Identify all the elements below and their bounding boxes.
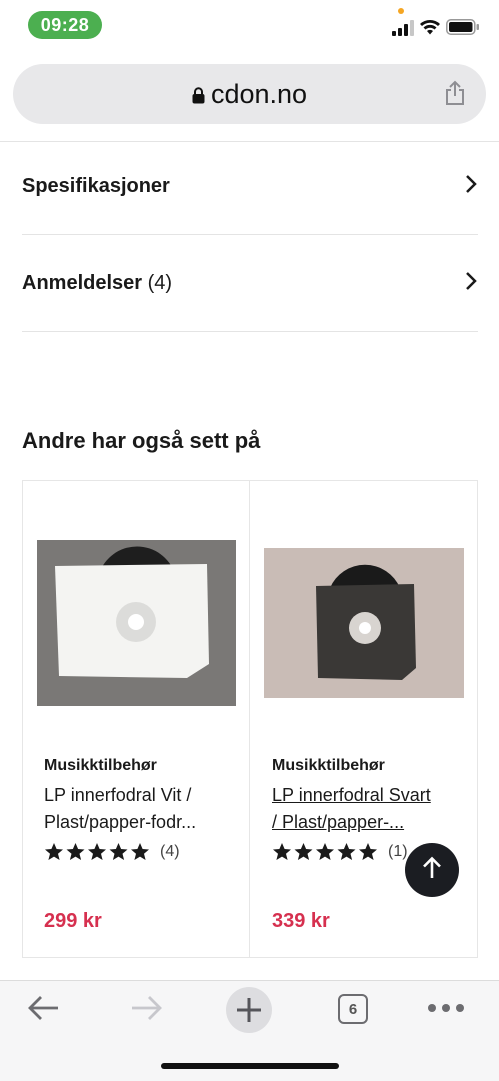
header-divider [0,141,499,142]
wifi-icon [419,18,441,41]
rating-stars: (1) [272,842,408,862]
arrow-left-icon [26,994,60,1027]
privacy-indicator-dot [398,8,404,14]
product-image[interactable] [37,540,236,706]
accordion-divider [22,331,478,332]
tabs-button[interactable]: 6 [336,992,370,1026]
battery-icon [446,19,480,40]
accordion-reviews[interactable]: Anmeldelser (4) [22,263,478,303]
rating-stars: (4) [44,842,180,862]
address-display[interactable]: cdon.no [13,64,486,124]
product-category: Musikktilbehør [272,757,385,774]
chevron-right-icon [464,270,478,297]
accordion-label: Anmeldelser (4) [22,272,172,295]
product-card[interactable]: Musikktilbehør LP innerfodral Vit / Plas… [22,480,249,958]
arrow-up-icon [421,856,443,885]
scroll-to-top-button[interactable] [405,843,459,897]
tab-count: 6 [338,994,368,1024]
rating-count: (4) [160,843,180,860]
plus-icon [226,987,272,1033]
new-tab-button[interactable] [226,987,272,1033]
url-text: cdon.no [210,78,308,109]
more-dots-icon [427,1000,465,1018]
accordion-divider [22,234,478,235]
product-image[interactable] [264,548,464,698]
chevron-right-icon [464,173,478,200]
accordion-specifications[interactable]: Spesifikasjoner [22,166,478,206]
five-stars-icon [45,843,149,860]
back-button[interactable] [20,990,66,1030]
reviews-label: Anmeldelser [22,271,143,294]
status-time: 09:28 [28,11,102,39]
product-price: 339 kr [272,910,330,932]
forward-button[interactable] [124,990,170,1030]
home-indicator [161,1063,339,1069]
share-icon[interactable] [444,80,466,111]
arrow-right-icon [130,994,164,1027]
accordion-label: Spesifikasjoner [22,174,170,197]
product-category: Musikktilbehør [44,757,157,774]
lock-icon [192,80,205,111]
address-bar[interactable]: cdon.no [13,64,486,124]
rating-count: (1) [388,843,408,860]
product-price: 299 kr [44,910,102,932]
product-title[interactable]: LP innerfodral Vit / Plast/papper-fodr..… [44,782,234,836]
reviews-count: (4) [147,271,173,294]
five-stars-icon [273,843,377,860]
signal-icon [392,20,414,41]
section-title: Andre har også sett på [22,428,261,453]
more-menu-button[interactable] [426,995,466,1023]
product-title[interactable]: LP innerfodral Svart / Plast/papper-... [272,782,462,836]
